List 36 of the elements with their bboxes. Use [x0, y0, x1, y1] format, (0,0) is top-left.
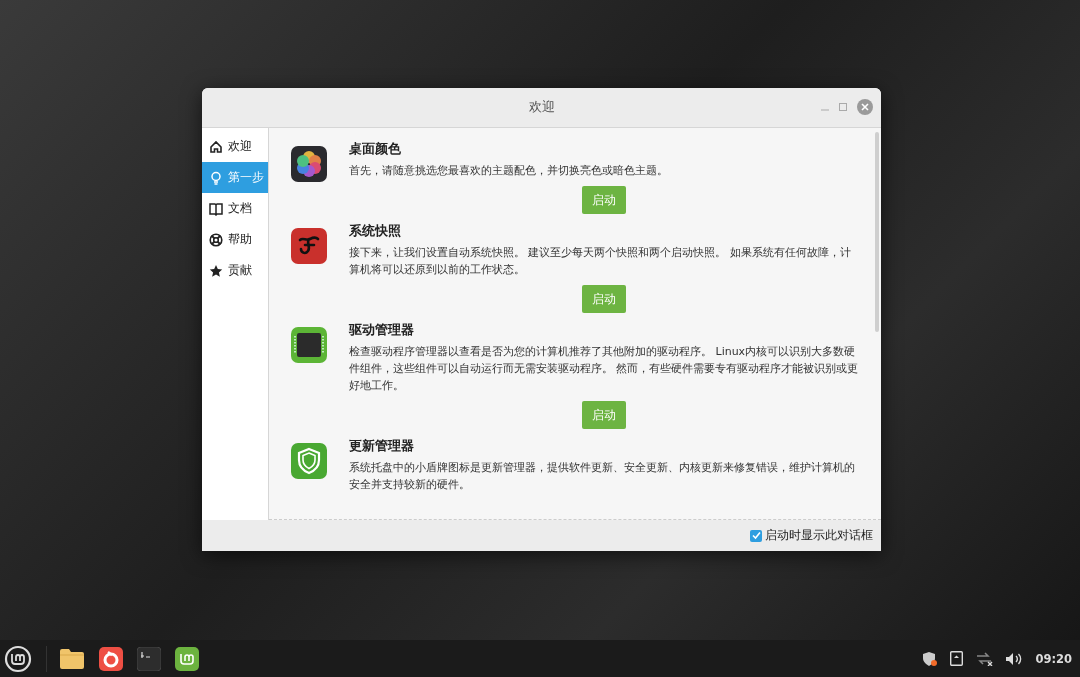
- window-title: 欢迎: [528, 99, 555, 116]
- sidebar-item[interactable]: 帮助: [202, 224, 268, 255]
- shield-icon: [291, 443, 327, 479]
- menu-icon[interactable]: [4, 644, 32, 673]
- step-title: 更新管理器: [349, 437, 415, 455]
- clock: 09:20: [1035, 651, 1072, 666]
- step-description: 检查驱动程序管理器以查看是否为您的计算机推荐了其他附加的驱动程序。 Linux内核可以识别大多数硬件组件，这些组件可以自动运行而无需安装驱动程序。 然而，有些硬件需要专有驱动程序才能被识别或更好地工作。: [349, 344, 859, 394]
- browser-icon[interactable]: [99, 646, 123, 671]
- checkbox[interactable]: [750, 529, 762, 542]
- flower-colors-icon: [291, 146, 327, 182]
- folder-icon[interactable]: [59, 647, 85, 670]
- close-icon[interactable]: [857, 99, 873, 115]
- book-icon: [209, 201, 223, 216]
- step-title: 系统快照: [349, 222, 402, 240]
- sidebar-item[interactable]: 文档: [202, 193, 268, 224]
- shield-icon[interactable]: [922, 650, 939, 667]
- step-description: 首先，请随意挑选您最喜欢的主题配色，并切换亮色或暗色主题。: [349, 163, 669, 179]
- scrollbar-thumb[interactable]: [875, 132, 879, 332]
- star-icon: [209, 263, 223, 278]
- show-dialog-checkbox[interactable]: 启动时显示此对话框: [750, 527, 873, 544]
- step-title: 桌面颜色: [349, 140, 402, 158]
- snapshot-icon: [291, 228, 327, 264]
- terminal-icon[interactable]: [137, 646, 161, 671]
- step-description: 系统托盘中的小盾牌图标是更新管理器，提供软件更新、安全更新、内核更新来修复错误，维护计算机的安全并支持较新的硬件。: [349, 460, 856, 493]
- step-description: 接下来，让我们设置自动系统快照。 建议至少每天两个快照和两个启动快照。 如果系统有任何故障，计算机将可以还原到以前的工作状态。: [349, 245, 852, 278]
- clipboard-icon[interactable]: [950, 651, 964, 666]
- sidebar-item[interactable]: 贡献: [202, 255, 268, 286]
- network-disconnected-icon[interactable]: [975, 651, 994, 666]
- lightbulb-icon: [209, 170, 223, 185]
- chip-icon: [291, 327, 327, 363]
- mint-logo-icon[interactable]: [175, 646, 199, 671]
- step-title: 驱动管理器: [349, 321, 415, 339]
- sidebar-item[interactable]: 欢迎: [202, 131, 268, 162]
- home-icon: [209, 139, 223, 154]
- volume-icon[interactable]: [1005, 651, 1024, 666]
- lifebuoy-icon: [209, 232, 223, 247]
